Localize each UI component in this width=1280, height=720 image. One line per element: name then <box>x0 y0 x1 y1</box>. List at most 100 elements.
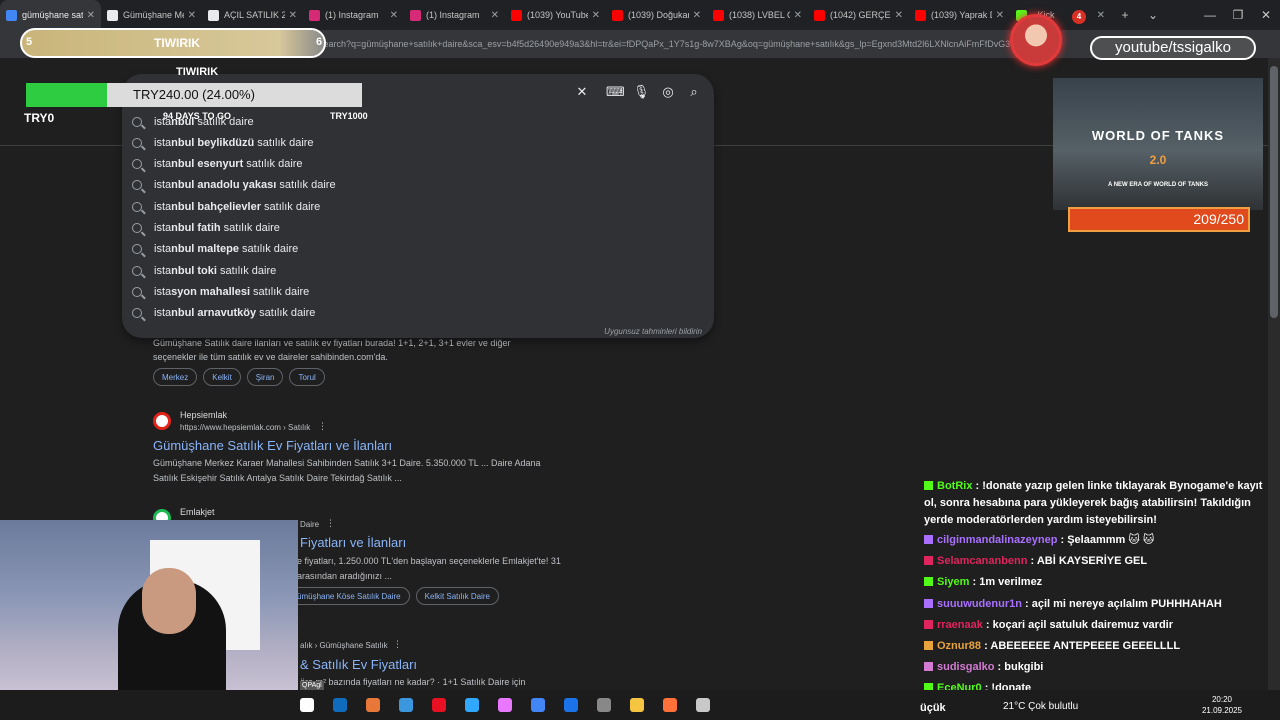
address-bar[interactable]: google.com/search?q=gümüşhane+satılık+da… <box>270 35 1030 53</box>
suggestion-prefix: ista <box>154 179 172 192</box>
chat-username[interactable]: Selamcananbenn <box>937 555 1027 567</box>
opera-icon[interactable] <box>432 698 446 712</box>
chat-separator: : <box>982 618 993 631</box>
keyboard-icon[interactable]: ⌨ <box>606 84 625 100</box>
microphone-icon[interactable]: 🎙 <box>633 84 650 100</box>
search-icon <box>132 116 142 127</box>
system-clock[interactable]: 20:20 21.09.2025 <box>1197 694 1247 716</box>
tab-close-icon[interactable]: ✕ <box>996 10 1004 21</box>
tab-7[interactable]: (1038) LVBEL C5 Y ✕ <box>707 0 808 30</box>
result-snippet: Gümüşhane Satılık daire ilanları ve satı… <box>153 338 511 348</box>
chat-username[interactable]: suuuwudenur1n <box>937 598 1022 610</box>
tab-5[interactable]: (1039) YouTube ✕ <box>505 0 606 30</box>
obs-icon[interactable] <box>597 698 611 712</box>
app-icon[interactable] <box>564 698 578 712</box>
chat-username[interactable]: Siyem <box>937 576 969 588</box>
app-icon[interactable] <box>696 698 710 712</box>
result-title-link[interactable]: Fiyatları ve İlanları <box>300 535 406 550</box>
start-icon[interactable] <box>300 698 314 712</box>
tab-0[interactable]: gümüşhane satılık ✕ <box>0 0 101 30</box>
suggestion-item[interactable]: istanbul esenyurt satılık daire <box>132 154 692 175</box>
suggestion-text: istanbul fatih satılık daire <box>154 222 280 234</box>
store-icon[interactable] <box>399 698 413 712</box>
suggestion-item[interactable]: istanbul fatih satılık daire <box>132 218 692 239</box>
tab-3[interactable]: (1) Instagram ✕ <box>303 0 404 30</box>
suggestion-item[interactable]: istanbul bahçelievler satılık daire <box>132 196 692 217</box>
suggestion-item[interactable]: istanbul beylikdüzü satılık daire <box>132 132 692 153</box>
tab-close-icon[interactable]: ✕ <box>693 10 701 21</box>
chrome-icon[interactable] <box>531 698 545 712</box>
result-title-link[interactable]: & Satılık Ev Fiyatları <box>300 657 417 672</box>
clear-search-icon[interactable]: ✕ <box>574 84 590 100</box>
maximize-button[interactable]: ❐ <box>1224 8 1252 22</box>
chat-username[interactable]: Oznur88 <box>937 640 981 652</box>
result-chip[interactable]: ümüşhane Köse Satılık Daire <box>288 587 410 605</box>
tab-close-icon[interactable]: ✕ <box>592 10 600 21</box>
sponsor-version: 2.0 <box>1149 153 1167 167</box>
sponsor-banner <box>1053 78 1263 210</box>
lens-icon[interactable]: ◎ <box>660 84 676 100</box>
tab-label: (1039) Doğukan <box>628 10 689 20</box>
suggestion-item[interactable]: istasyon mahallesi satılık daire <box>132 281 692 302</box>
tab-label: (1042) GERÇEK H <box>830 10 891 20</box>
result-chip[interactable]: Kelkit <box>203 368 241 386</box>
weather-widget[interactable]: 21°C Çok bulutlu <box>1003 701 1078 712</box>
scrollbar-thumb[interactable] <box>1270 66 1278 318</box>
tab-close-icon[interactable]: ✕ <box>491 10 499 21</box>
result-site-name: Hepsiemlak <box>180 410 228 420</box>
tab-8[interactable]: (1042) GERÇEK H ✕ <box>808 0 909 30</box>
search-icon <box>132 201 142 212</box>
chat-username[interactable]: BotRix <box>937 480 972 492</box>
result-snippet: arasından aradığınızı ... <box>297 571 393 581</box>
result-snippet: öre m² bazında fiyatları ne kadar? · 1+1… <box>300 677 526 687</box>
suggestion-completion: nbul fatih <box>171 222 221 234</box>
result-title-link[interactable]: Gümüşhane Satılık Ev Fiyatları ve İlanla… <box>153 438 392 453</box>
report-predictions-link[interactable]: Uygunsuz tahminleri bildirin <box>560 327 702 336</box>
more-options-icon[interactable]: ⋮ <box>326 518 335 529</box>
more-options-icon[interactable]: ⋮ <box>393 639 402 650</box>
premiere-icon[interactable] <box>498 698 512 712</box>
tab-close-icon[interactable]: ✕ <box>188 10 196 21</box>
result-chip[interactable]: Merkez <box>153 368 198 386</box>
tab-1[interactable]: Gümüşhane Merkez S ✕ <box>101 0 202 30</box>
tab-close-icon[interactable]: ✕ <box>390 10 398 21</box>
donation-goal-max: TRY1000 <box>330 111 368 121</box>
more-options-icon[interactable]: ⋮ <box>318 421 327 432</box>
chat-badge-icon <box>924 556 933 566</box>
suggestion-text: istanbul arnavutköy satılık daire <box>154 307 315 319</box>
suggestion-item[interactable]: istanbul maltepe satılık daire <box>132 239 692 260</box>
photoshop-icon[interactable] <box>465 698 479 712</box>
tab-close-icon[interactable]: ✕ <box>1097 10 1105 21</box>
chat-separator: : <box>994 661 1005 674</box>
chat-username[interactable]: sudisgalko <box>937 661 994 673</box>
tab-9[interactable]: (1039) Yaprak Dök ✕ <box>909 0 1010 30</box>
suggestion-item[interactable]: istanbul anadolu yakası satılık daire <box>132 175 692 196</box>
new-tab-button[interactable]: + <box>1111 8 1139 22</box>
result-chip[interactable]: Torul <box>289 368 325 386</box>
tab-4[interactable]: (1) Instagram ✕ <box>404 0 505 30</box>
result-chip[interactable]: Kelkit Satılık Daire <box>415 587 499 605</box>
outlook-icon[interactable] <box>333 698 347 712</box>
search-icon[interactable]: ⌕ <box>686 84 702 100</box>
chat-message: rraenaak : koçari açil satuluk dairemuz … <box>924 617 1264 634</box>
firefox-icon[interactable] <box>663 698 677 712</box>
file-explorer-icon[interactable] <box>630 698 644 712</box>
tab-close-icon[interactable]: ✕ <box>87 10 95 21</box>
app-icon[interactable] <box>366 698 380 712</box>
tab-close-icon[interactable]: ✕ <box>289 10 297 21</box>
result-url: Daire <box>300 520 320 529</box>
tab-6[interactable]: (1039) Doğukan ✕ <box>606 0 707 30</box>
tab-2[interactable]: AÇIL SATILIK 2+1 - Sa ✕ <box>202 0 303 30</box>
result-chip[interactable]: Şiran <box>246 368 284 386</box>
minimize-button[interactable]: — <box>1196 8 1224 22</box>
close-window-button[interactable]: ✕ <box>1252 8 1280 22</box>
chat-username[interactable]: cilginmandalinazeynep <box>937 534 1057 546</box>
tab-close-icon[interactable]: ✕ <box>794 10 802 21</box>
chat-message: BotRix : !donate yazıp gelen linke tıkla… <box>924 478 1264 529</box>
suggestion-item[interactable]: istanbul toki satılık daire <box>132 260 692 281</box>
suggestion-text: istanbul beylikdüzü satılık daire <box>154 137 314 149</box>
tab-close-icon[interactable]: ✕ <box>895 10 903 21</box>
chat-username[interactable]: rraenaak <box>937 619 983 631</box>
tab-search-chevron-icon[interactable]: ⌄ <box>1139 8 1167 22</box>
suggestion-item[interactable]: istanbul arnavutköy satılık daire <box>132 303 692 324</box>
